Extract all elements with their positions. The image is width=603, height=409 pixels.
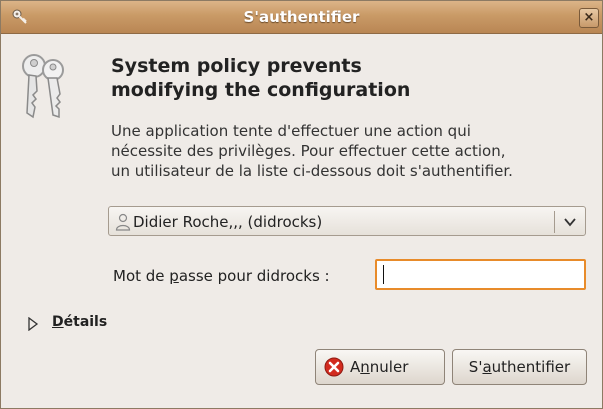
title-bar[interactable]: S'authentifier × [1,1,602,34]
dialog-message: Une application tente d'effectuer une ac… [111,121,591,181]
message-line-2: nécessite des privilèges. Pour effectuer… [111,142,506,160]
heading-line-2: modifying the configuration [111,79,411,101]
dialog-heading: System policy prevents modifying the con… [111,54,581,102]
user-icon [115,213,131,231]
authenticate-button[interactable]: S'authentifier [452,349,587,385]
message-line-1: Une application tente d'effectuer une ac… [111,122,471,140]
password-label: Mot de passe pour didrocks : [113,267,330,285]
close-icon: × [583,10,595,25]
heading-line-1: System policy prevents [111,55,362,77]
window-title: S'authentifier [243,8,360,26]
details-expander[interactable]: Détails [52,314,107,330]
user-select[interactable]: Didier Roche,,, (didrocks) [108,206,586,236]
auth-dialog: S'authentifier × System policy prevents … [0,0,603,409]
cancel-button[interactable]: Annuler [315,349,445,385]
password-input[interactable] [375,259,586,290]
keys-icon [22,54,64,119]
user-select-value: Didier Roche,,, (didrocks) [133,213,323,231]
authenticate-label: S'authentifier [468,358,571,376]
expander-arrow-icon[interactable] [27,317,39,331]
text-caret [383,265,384,284]
cancel-label: Annuler [350,358,409,376]
chevron-down-icon [564,218,576,227]
message-line-3: un utilisateur de la liste ci-dessous do… [111,162,513,180]
cancel-icon [324,357,344,377]
close-button[interactable]: × [579,8,599,28]
combo-separator [554,211,555,233]
